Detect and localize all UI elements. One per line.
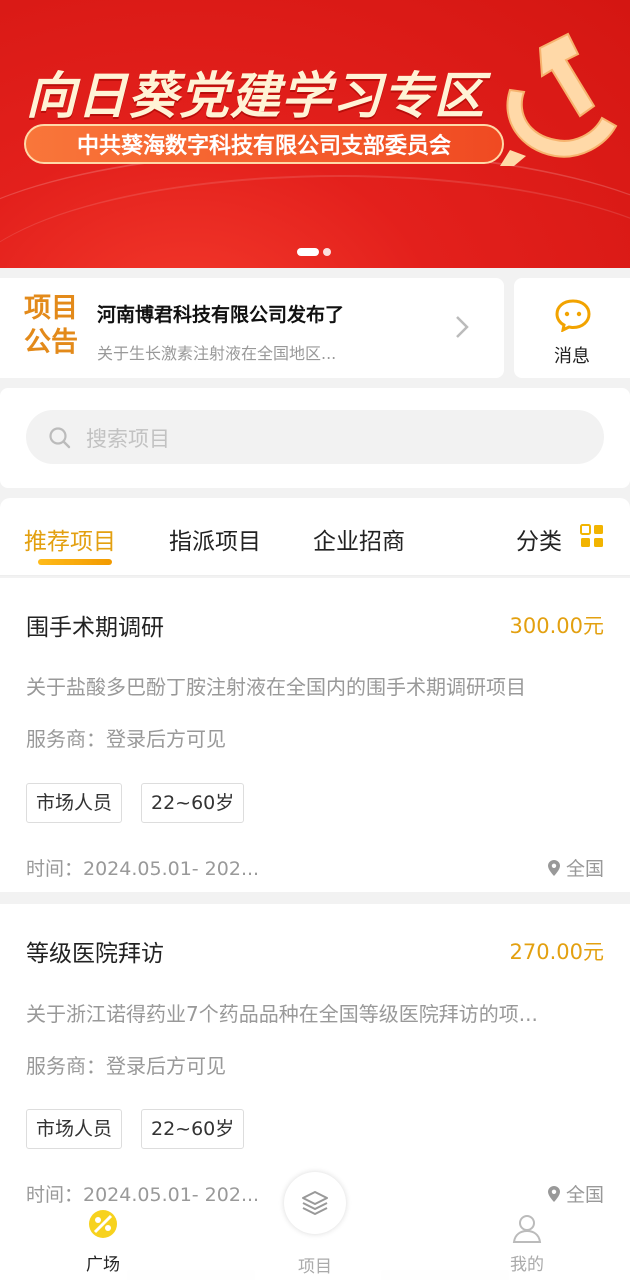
carousel-dot	[323, 248, 331, 256]
tab-assigned[interactable]: 指派项目	[169, 522, 261, 556]
project-tabs: 推荐项目 指派项目 企业招商 分类	[0, 498, 630, 576]
banner-subtitle: 中共葵海数字科技有限公司支部委员会	[24, 124, 504, 164]
project-description: 关于浙江诺得药业7个药品品种在全国等级医院拜访的项...	[26, 1002, 538, 1026]
message-label: 消息	[554, 346, 590, 367]
location-pin-icon	[547, 859, 560, 876]
project-time: 时间：2024.05.01- 202...	[26, 858, 260, 880]
search-icon	[49, 427, 71, 449]
project-provider: 服务商：登录后方可见	[26, 727, 226, 751]
project-provider: 服务商：登录后方可见	[26, 1054, 226, 1078]
project-time: 时间：2024.05.01- 202...	[26, 1184, 260, 1206]
active-tab-indicator	[38, 559, 112, 565]
tag-role: 市场人员	[26, 783, 123, 823]
carousel-indicator	[297, 248, 331, 256]
carousel-dot-active	[297, 248, 319, 256]
tag-age: 22~60岁	[141, 1109, 245, 1149]
project-location: 全国	[547, 854, 604, 881]
search-section: 搜索项目	[0, 388, 630, 488]
project-description: 关于盐酸多巴酚丁胺注射液在全国内的围手术期调研项目	[26, 675, 526, 699]
project-price: 270.00元	[509, 940, 604, 964]
chevron-right-icon	[456, 316, 469, 338]
project-title: 等级医院拜访	[26, 941, 164, 967]
tag-role: 市场人员	[26, 1109, 123, 1149]
project-price: 300.00元	[509, 614, 604, 638]
category-label[interactable]: 分类	[516, 522, 562, 556]
user-icon	[512, 1215, 542, 1243]
location-text: 全国	[565, 858, 604, 880]
chat-bubble-icon	[555, 299, 591, 332]
party-banner[interactable]: 向日葵党建学习专区 中共葵海数字科技有限公司支部委员会	[0, 0, 630, 268]
nav-plaza-label: 广场	[86, 1255, 120, 1275]
notice-title: 河南博君科技有限公司发布了	[97, 304, 345, 326]
nav-plaza[interactable]: 广场	[43, 1204, 163, 1280]
banner-title: 向日葵党建学习专区	[26, 67, 485, 125]
layers-icon	[302, 1191, 328, 1215]
sunflower-icon	[89, 1210, 117, 1238]
tag-age: 22~60岁	[141, 783, 245, 823]
message-button[interactable]: 消息	[514, 278, 630, 378]
project-card[interactable]: 等级医院拜访 270.00元 关于浙江诺得药业7个药品品种在全国等级医院拜访的项…	[0, 904, 630, 1207]
notice-description: 关于生长激素注射液在全国地区...	[97, 344, 337, 363]
project-title: 围手术期调研	[26, 615, 164, 641]
search-placeholder: 搜索项目	[86, 427, 170, 451]
project-card[interactable]: 围手术期调研 300.00元 关于盐酸多巴酚丁胺注射液在全国内的围手术期调研项目…	[0, 578, 630, 892]
tab-recommended[interactable]: 推荐项目	[24, 522, 116, 556]
category-grid-icon[interactable]	[580, 524, 604, 548]
location-text: 全国	[565, 1184, 604, 1206]
tab-investment[interactable]: 企业招商	[313, 522, 405, 556]
search-input[interactable]: 搜索项目	[26, 410, 604, 464]
nav-project-label: 项目	[298, 1257, 332, 1277]
nav-mine[interactable]: 我的	[467, 1204, 587, 1280]
project-center-button[interactable]	[284, 1172, 346, 1234]
notice-tag: 项目公告	[24, 293, 78, 358]
party-emblem-icon	[500, 32, 618, 166]
location-pin-icon	[547, 1185, 560, 1202]
project-location: 全国	[547, 1180, 604, 1207]
nav-mine-label: 我的	[510, 1255, 544, 1275]
project-notice-card[interactable]: 项目公告 河南博君科技有限公司发布了 关于生长激素注射液在全国地区...	[0, 278, 504, 378]
